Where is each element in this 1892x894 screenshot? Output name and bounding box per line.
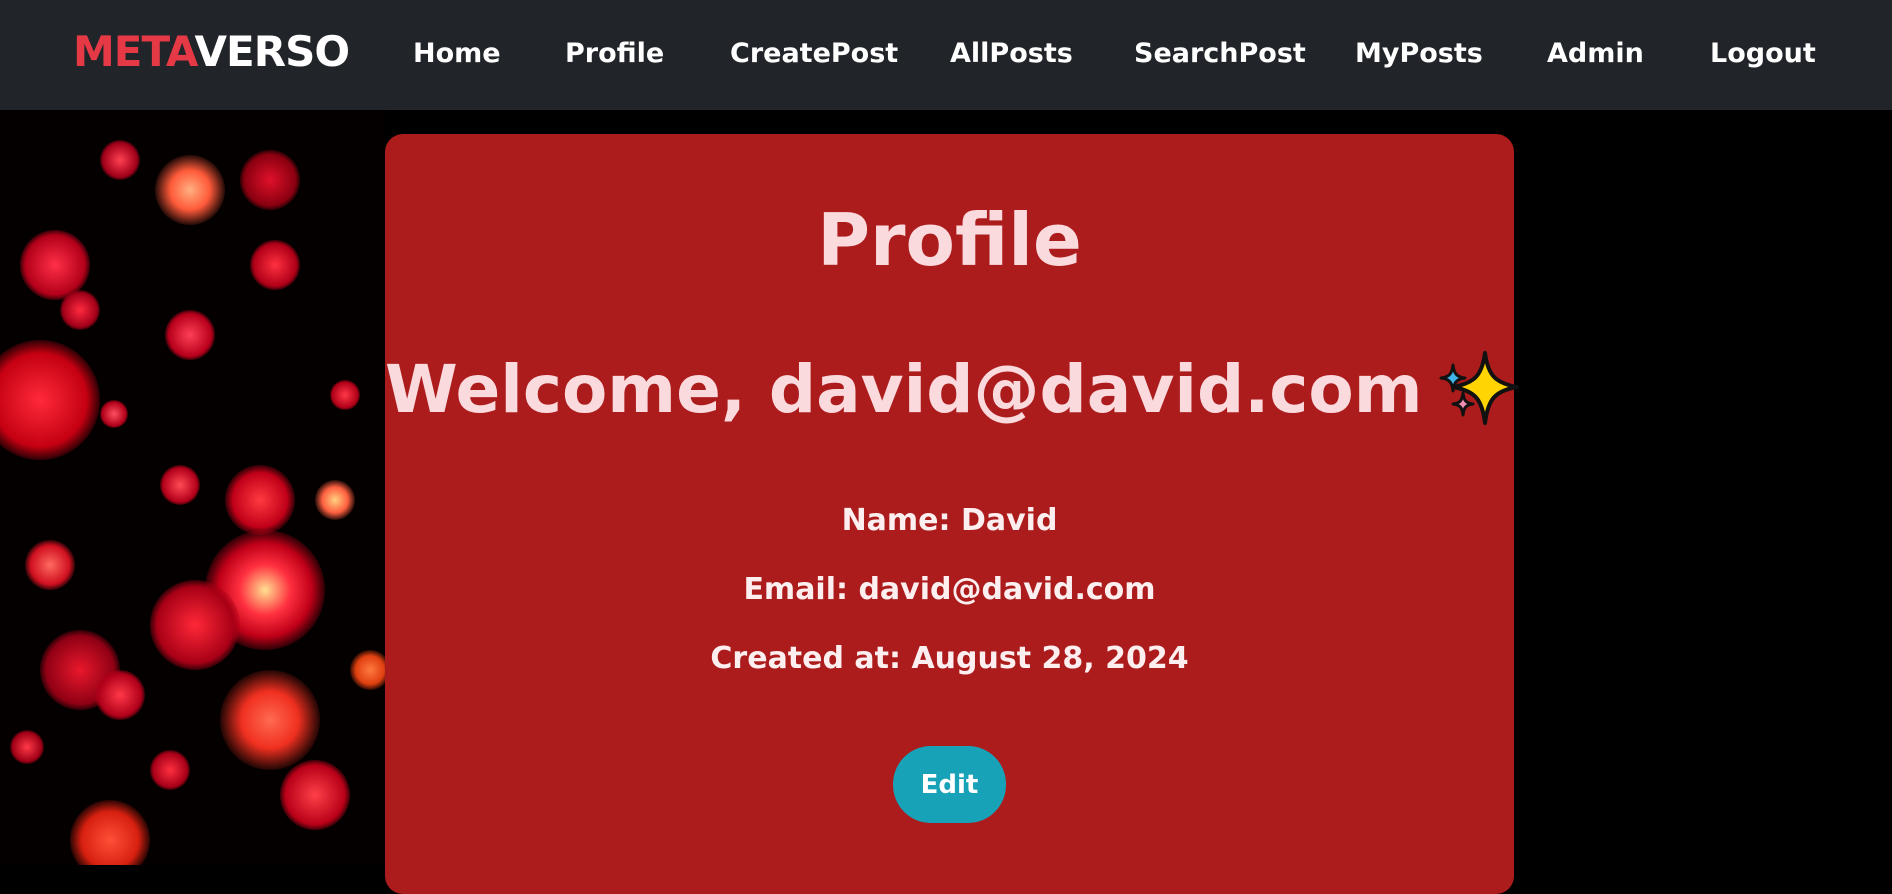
profile-name: Name: David xyxy=(841,503,1058,538)
brand-logo[interactable]: METAVERSO xyxy=(73,26,350,78)
nav-logout[interactable]: Logout xyxy=(1710,36,1816,72)
page-title: Profile xyxy=(817,198,1082,282)
nav-home[interactable]: Home xyxy=(413,36,501,72)
nav-admin[interactable]: Admin xyxy=(1547,36,1644,72)
nav-profile[interactable]: Profile xyxy=(565,36,664,72)
brand-meta: META xyxy=(73,27,196,76)
edit-button[interactable]: Edit xyxy=(893,746,1006,823)
nav-searchpost[interactable]: SearchPost xyxy=(1134,36,1306,72)
navbar: METAVERSO Home Profile CreatePost AllPos… xyxy=(0,0,1892,110)
nav-createpost[interactable]: CreatePost xyxy=(730,36,898,72)
welcome-heading: Welcome, david@david.com xyxy=(385,347,1519,433)
bokeh-background xyxy=(0,110,385,865)
brand-verso: VERSO xyxy=(194,27,350,76)
sparkles-icon xyxy=(1439,351,1519,425)
welcome-text: Welcome, david@david.com xyxy=(385,351,1423,428)
profile-email: Email: david@david.com xyxy=(743,572,1156,607)
profile-created-at: Created at: August 28, 2024 xyxy=(710,641,1189,676)
nav-allposts[interactable]: AllPosts xyxy=(950,36,1073,72)
nav-myposts[interactable]: MyPosts xyxy=(1355,36,1483,72)
